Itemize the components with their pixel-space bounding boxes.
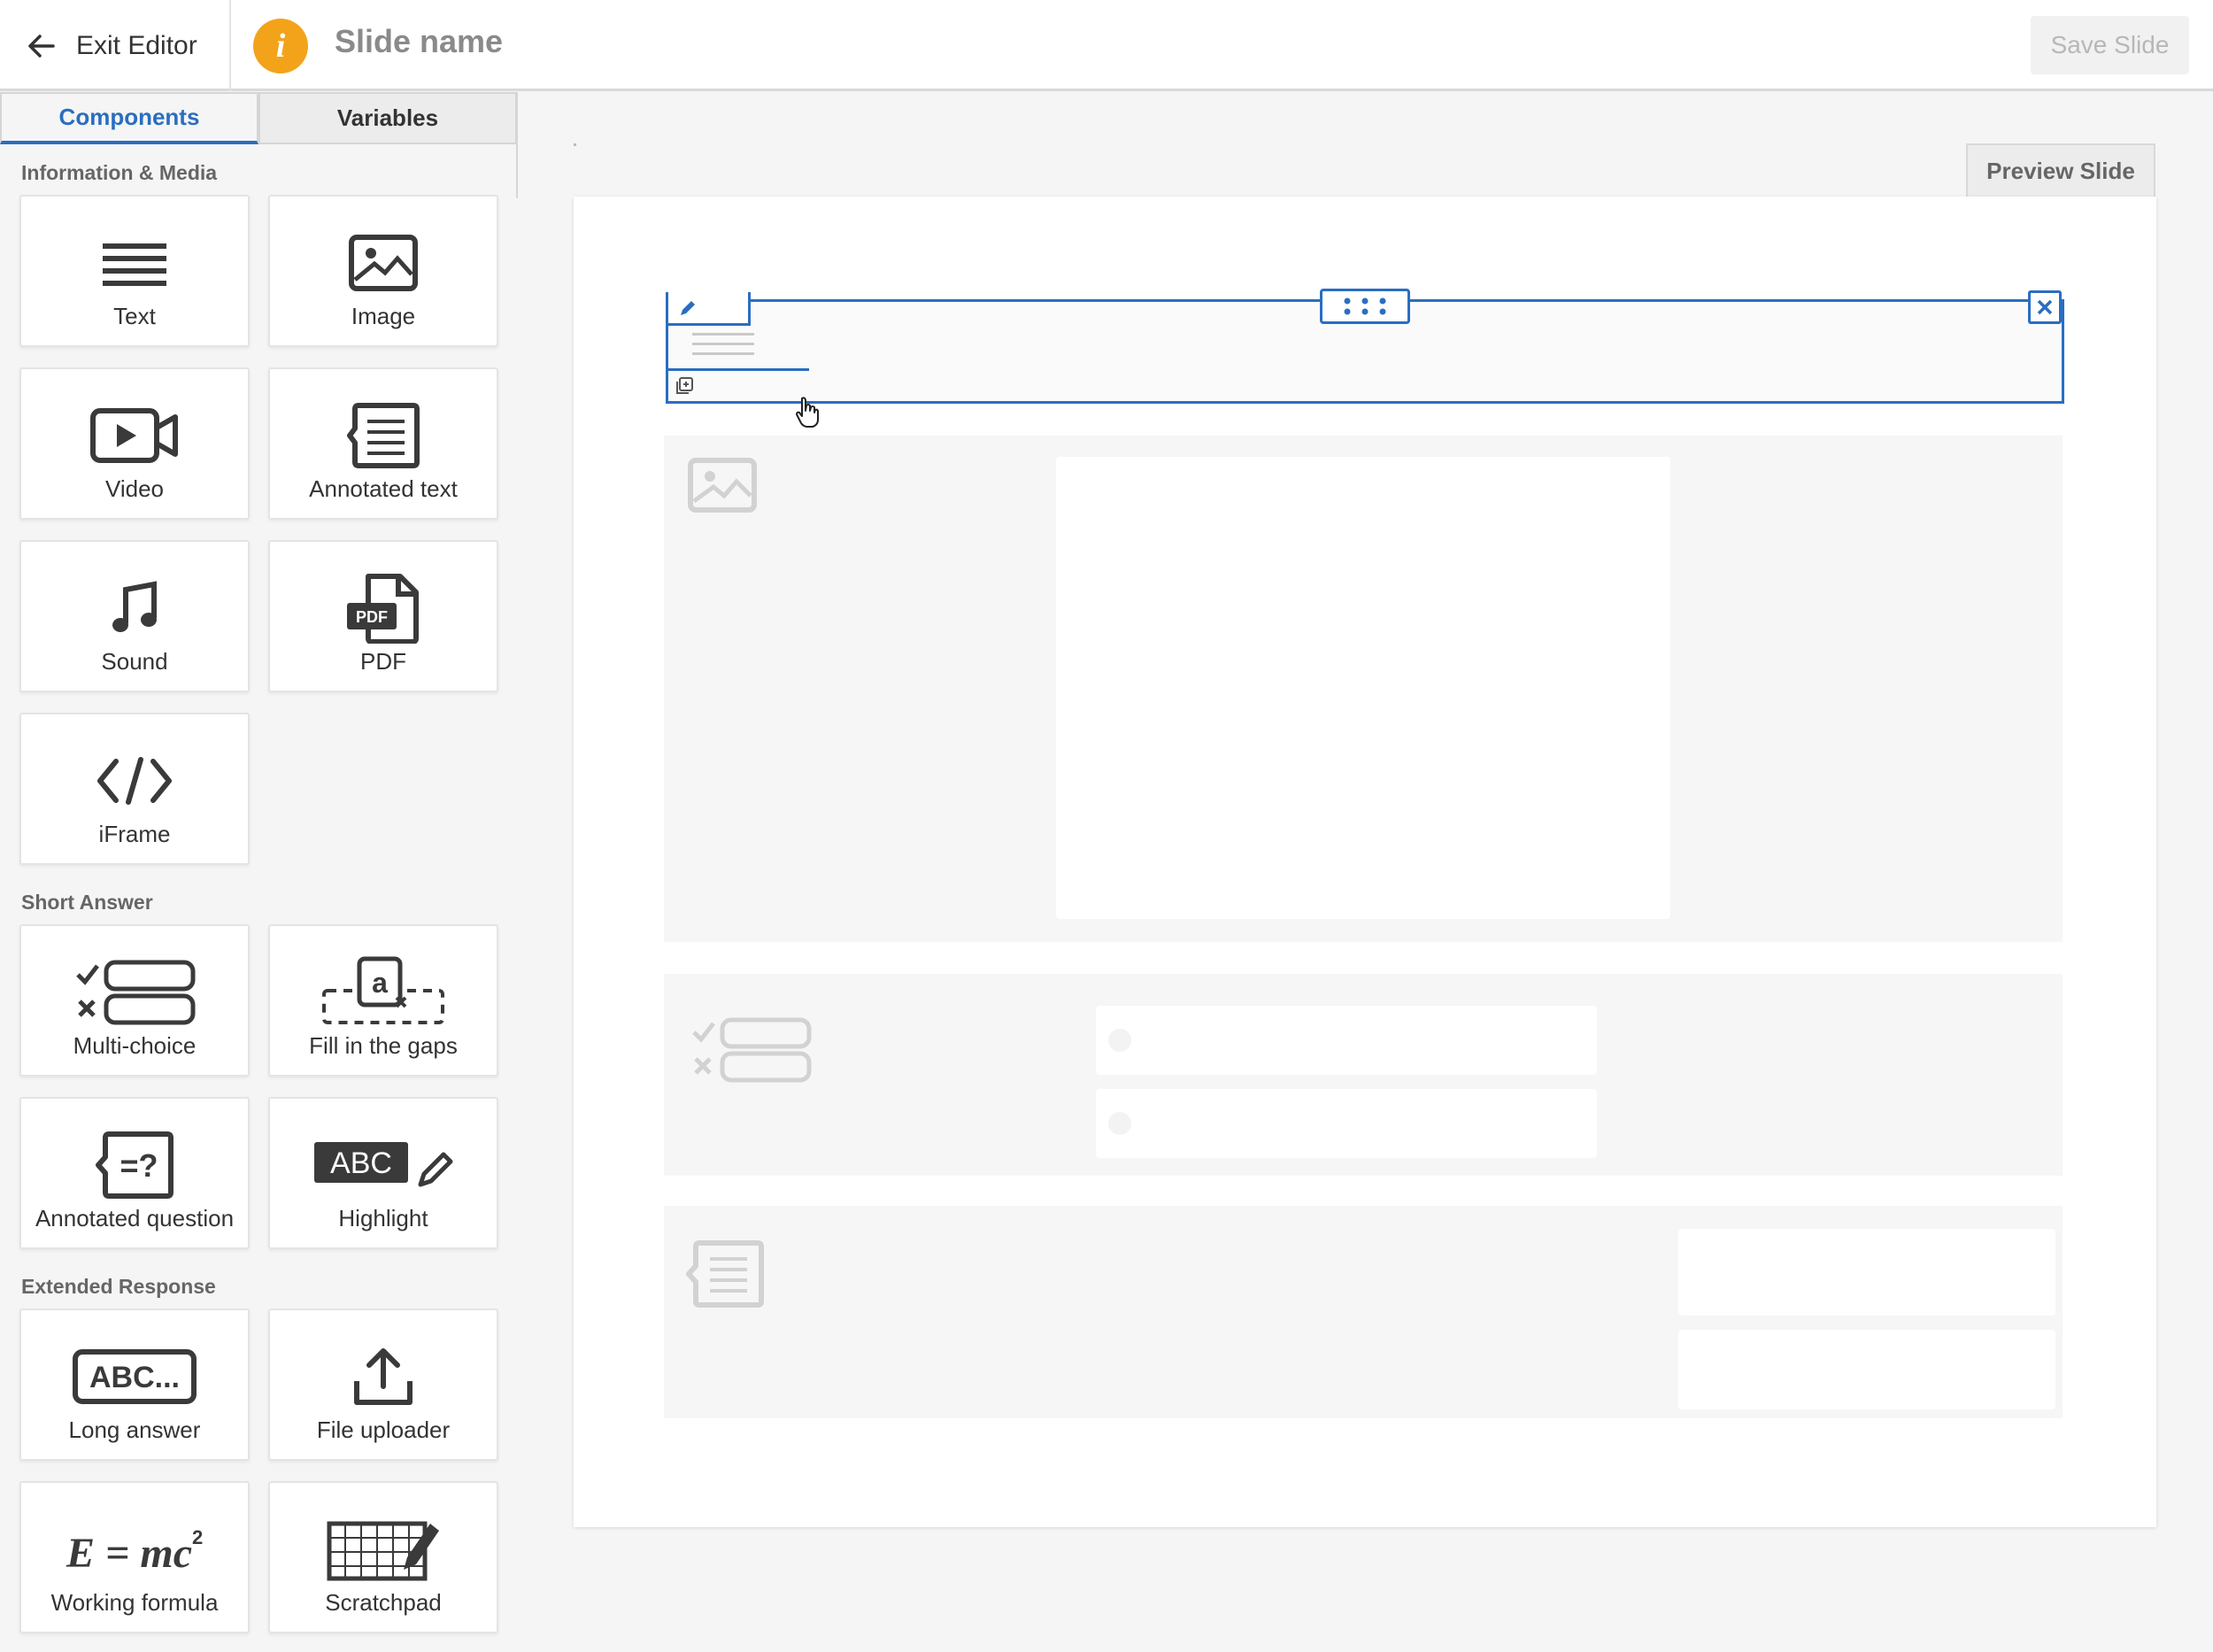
sidebar-tabs: Components Variables xyxy=(0,92,518,144)
component-highlight[interactable]: ABC Highlight xyxy=(268,1097,498,1249)
close-icon[interactable] xyxy=(2028,290,2062,324)
tile-label: Annotated text xyxy=(309,475,458,502)
component-video[interactable]: Video xyxy=(19,367,250,520)
tab-components[interactable]: Components xyxy=(0,92,258,144)
tile-label: Fill in the gaps xyxy=(309,1032,458,1059)
formula-icon: E = mc 2 xyxy=(66,1526,203,1577)
drag-handle[interactable] xyxy=(1320,289,1410,324)
section-title-short-answer: Short Answer xyxy=(21,891,153,914)
multi-choice-icon xyxy=(76,960,196,1025)
image-icon xyxy=(349,235,418,291)
video-icon xyxy=(90,408,178,463)
component-iframe[interactable]: iFrame xyxy=(19,713,250,865)
multi-choice-icon xyxy=(692,1017,812,1083)
component-pdf[interactable]: PDF PDF xyxy=(268,540,498,692)
svg-text:a: a xyxy=(372,967,388,999)
svg-text:ABC: ABC xyxy=(330,1146,392,1180)
component-sound[interactable]: Sound xyxy=(19,540,250,692)
duplicate-icon[interactable] xyxy=(675,376,694,396)
tile-label: Annotated question xyxy=(35,1205,235,1231)
tile-label: Highlight xyxy=(338,1205,428,1231)
option-placeholder xyxy=(1096,1089,1597,1158)
top-bar: Exit Editor i Slide name Save Slide xyxy=(0,0,2213,91)
text-lines-icon xyxy=(103,243,166,286)
slide-name-field[interactable]: Slide name xyxy=(335,23,503,60)
tile-label: File uploader xyxy=(316,1417,451,1443)
hand-cursor-icon xyxy=(796,397,819,428)
annotated-question-icon: =? xyxy=(96,1131,173,1199)
music-note-icon xyxy=(112,581,157,632)
svg-text:E = mc: E = mc xyxy=(66,1530,192,1577)
tile-label: iFrame xyxy=(98,821,171,847)
tile-label: Working formula xyxy=(50,1589,219,1616)
text-placeholder-icon xyxy=(692,333,754,362)
save-slide-button[interactable]: Save Slide xyxy=(2031,16,2189,74)
image-preview-area xyxy=(1056,457,1670,919)
divider xyxy=(666,368,809,371)
exit-editor-button[interactable]: Exit Editor xyxy=(27,19,197,73)
tab-variables[interactable]: Variables xyxy=(258,92,517,144)
component-fill-gaps[interactable]: a Fill in the gaps xyxy=(268,924,498,1077)
tile-label: PDF xyxy=(360,648,406,675)
annotated-text-component-placeholder[interactable] xyxy=(664,1206,2063,1418)
components-sidebar: Components Variables Information & Media… xyxy=(0,92,518,1652)
tile-label: Long answer xyxy=(68,1417,201,1443)
edit-component-button[interactable] xyxy=(666,292,751,326)
highlight-icon: ABC xyxy=(314,1142,453,1187)
image-component-placeholder[interactable] xyxy=(664,436,2063,942)
divider xyxy=(229,0,231,91)
component-working-formula[interactable]: E = mc 2 Working formula xyxy=(19,1481,250,1633)
tile-label: Sound xyxy=(101,648,168,675)
option-placeholder xyxy=(1096,1006,1597,1075)
long-answer-icon: ABC... xyxy=(73,1349,197,1404)
fill-gaps-icon: a xyxy=(322,956,444,1024)
pencil-icon xyxy=(681,301,695,315)
annotation-placeholder xyxy=(1678,1229,2055,1316)
arrow-left-icon xyxy=(28,35,55,58)
svg-text:2: 2 xyxy=(192,1526,203,1548)
preview-slide-button[interactable]: Preview Slide xyxy=(1966,143,2155,197)
component-text[interactable]: Text xyxy=(19,195,250,347)
upload-icon xyxy=(354,1348,413,1405)
tile-label: Scratchpad xyxy=(325,1589,442,1616)
component-multi-choice[interactable]: Multi-choice xyxy=(19,924,250,1077)
svg-text:=?: =? xyxy=(120,1147,158,1184)
close-x-icon xyxy=(2037,299,2053,315)
exit-editor-label: Exit Editor xyxy=(76,31,197,60)
tile-label: Image xyxy=(351,303,416,329)
divider xyxy=(574,143,576,146)
annotated-text-icon xyxy=(686,1240,764,1308)
image-icon xyxy=(688,458,757,513)
radio-placeholder xyxy=(1108,1029,1131,1052)
scratchpad-icon xyxy=(327,1521,439,1581)
component-file-uploader[interactable]: File uploader xyxy=(268,1308,498,1461)
annotated-text-icon xyxy=(347,403,420,468)
tile-label: Video xyxy=(104,475,165,502)
component-scratchpad[interactable]: Scratchpad xyxy=(268,1481,498,1633)
radio-placeholder xyxy=(1108,1112,1131,1135)
component-image[interactable]: Image xyxy=(268,195,498,347)
component-annotated-question[interactable]: =? Annotated question xyxy=(19,1097,250,1249)
multi-choice-component-placeholder[interactable] xyxy=(664,974,2063,1176)
section-title-extended-response: Extended Response xyxy=(21,1275,216,1298)
divider xyxy=(516,92,518,198)
code-icon xyxy=(97,757,172,805)
section-title-information-media: Information & Media xyxy=(21,161,218,184)
component-long-answer[interactable]: ABC... Long answer xyxy=(19,1308,250,1461)
svg-text:ABC...: ABC... xyxy=(89,1361,180,1394)
pdf-icon: PDF xyxy=(347,574,419,644)
svg-text:PDF: PDF xyxy=(356,608,388,626)
drag-dots-icon xyxy=(1344,297,1386,315)
tile-label: Multi-choice xyxy=(73,1032,197,1059)
tile-label: Text xyxy=(113,303,156,329)
component-annotated-text[interactable]: Annotated text xyxy=(268,367,498,520)
info-icon[interactable]: i xyxy=(253,19,308,73)
annotation-placeholder xyxy=(1678,1330,2055,1409)
